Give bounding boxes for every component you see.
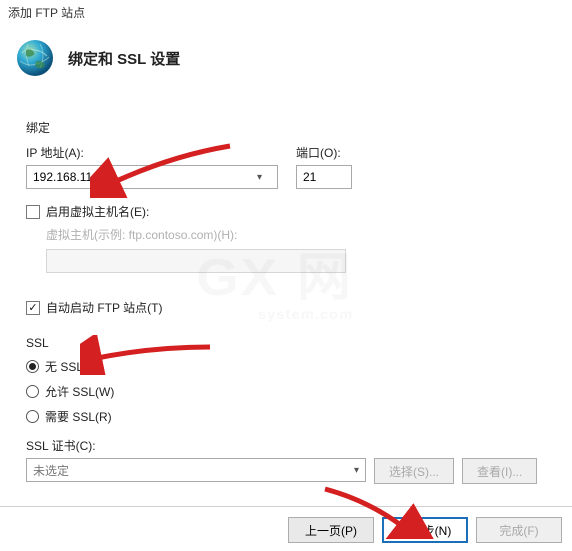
chevron-down-icon[interactable]: ▾ — [348, 465, 365, 476]
ip-address-combo[interactable]: ▾ — [26, 165, 278, 189]
autostart-label: 自动启动 FTP 站点(T) — [46, 299, 162, 316]
footer-separator — [0, 506, 572, 507]
ssl-cert-input[interactable] — [27, 459, 348, 481]
ip-address-input[interactable] — [27, 166, 251, 188]
port-input[interactable] — [296, 165, 352, 189]
autostart-checkbox[interactable]: ✓ — [26, 301, 40, 315]
globe-icon — [14, 37, 56, 79]
ssl-allow-radio[interactable] — [26, 385, 39, 398]
ssl-cert-combo[interactable]: ▾ — [26, 458, 366, 482]
window-title: 添加 FTP 站点 — [0, 0, 572, 23]
enable-vhost-checkbox[interactable] — [26, 205, 40, 219]
ssl-require-label: 需要 SSL(R) — [45, 408, 112, 425]
previous-button[interactable]: 上一页(P) — [288, 517, 374, 543]
header-title: 绑定和 SSL 设置 — [68, 48, 180, 69]
vhost-label: 虚拟主机(示例: ftp.contoso.com)(H): — [46, 226, 546, 243]
enable-vhost-label: 启用虚拟主机名(E): — [46, 203, 149, 220]
vhost-input — [46, 249, 346, 273]
ip-address-label: IP 地址(A): — [26, 144, 278, 161]
ssl-cert-label: SSL 证书(C): — [26, 437, 546, 454]
ssl-section-title: SSL — [26, 336, 546, 350]
ssl-none-radio[interactable] — [26, 360, 39, 373]
ssl-require-radio[interactable] — [26, 410, 39, 423]
chevron-down-icon[interactable]: ▾ — [251, 172, 268, 183]
select-cert-button: 选择(S)... — [374, 458, 454, 484]
content-area: 绑定 IP 地址(A): ▾ 端口(O): 启用虚拟主机名(E): 虚拟主机(示… — [0, 89, 572, 484]
binding-section-title: 绑定 — [26, 119, 546, 136]
ssl-allow-label: 允许 SSL(W) — [45, 383, 114, 400]
port-label: 端口(O): — [296, 144, 352, 161]
ssl-none-label: 无 SSL(L) — [45, 358, 98, 375]
next-button[interactable]: 下一步(N) — [382, 517, 468, 543]
wizard-footer: 上一页(P) 下一步(N) 完成(F) — [288, 517, 562, 543]
view-cert-button: 查看(I)... — [462, 458, 537, 484]
finish-button: 完成(F) — [476, 517, 562, 543]
dialog-header: 绑定和 SSL 设置 — [0, 23, 572, 89]
